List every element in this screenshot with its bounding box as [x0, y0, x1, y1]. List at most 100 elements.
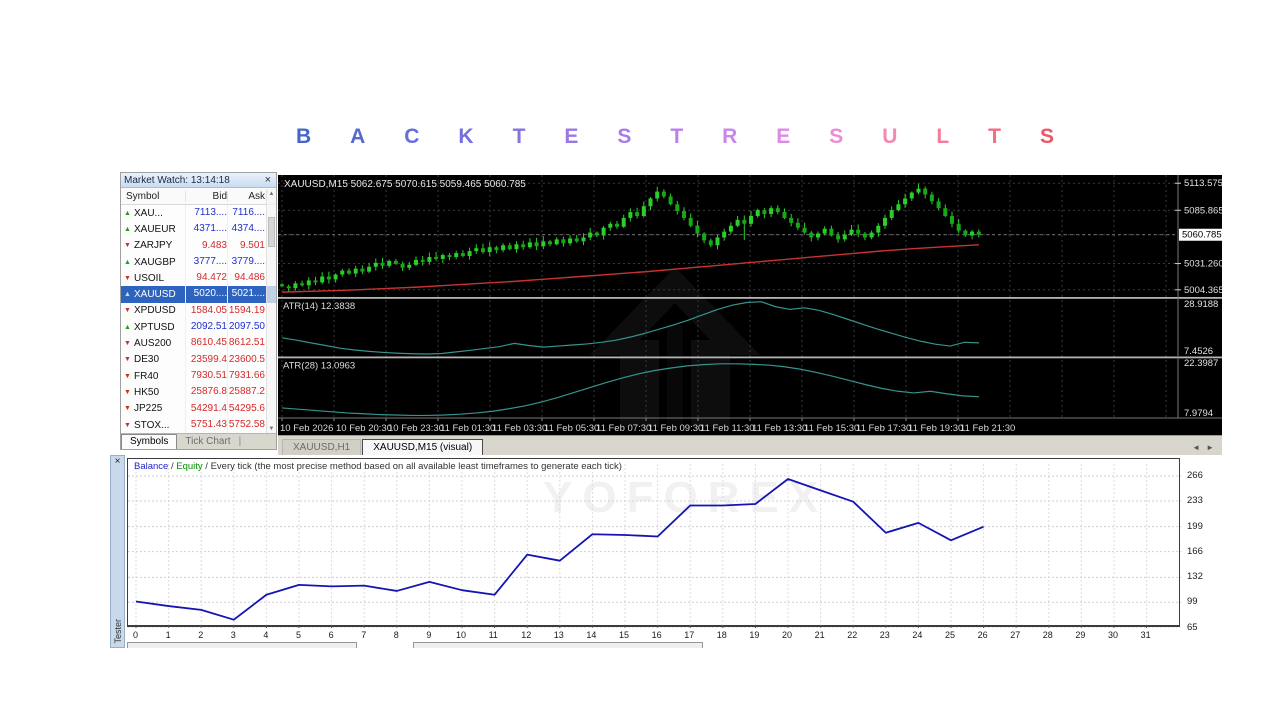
- x-tick-label: 11: [489, 630, 498, 640]
- market-watch-titlebar[interactable]: Market Watch: 13:14:18 ×: [121, 173, 276, 188]
- bid-value: 7930.51: [185, 368, 227, 384]
- tab-xauusd-m15-visual[interactable]: XAUUSD,M15 (visual): [362, 439, 483, 455]
- tab-nav-left-icon[interactable]: ◄: [1192, 443, 1200, 452]
- symbol-label: XAU...: [134, 208, 185, 219]
- y-tick-label: 233: [1187, 495, 1203, 506]
- tester-bottom-tab-partial[interactable]: [127, 642, 357, 648]
- x-tick-label: 4: [263, 630, 268, 640]
- svg-text:11 Feb 13:30: 11 Feb 13:30: [752, 423, 807, 434]
- title-letter: L: [936, 125, 949, 149]
- x-tick-label: 24: [912, 630, 922, 640]
- tab-symbols[interactable]: Symbols: [121, 434, 177, 449]
- x-tick-label: 15: [619, 630, 629, 640]
- symbol-label: XPTUSD: [134, 322, 185, 333]
- x-tick-label: 25: [945, 630, 955, 640]
- x-tick-label: 6: [329, 630, 334, 640]
- tab-separator: |: [239, 436, 242, 449]
- x-tick-label: 18: [717, 630, 727, 640]
- svg-text:11 Feb 19:30: 11 Feb 19:30: [908, 423, 963, 434]
- market-watch-row[interactable]: ▼STOX...5751.435752.58: [121, 417, 276, 433]
- down-arrow-icon: ▼: [121, 373, 134, 380]
- tab-nav-right-icon[interactable]: ►: [1206, 443, 1214, 452]
- market-watch-row[interactable]: ▲XAU...7113....7116....: [121, 205, 276, 221]
- title-letter: T: [513, 125, 526, 149]
- x-tick-label: 29: [1075, 630, 1085, 640]
- scrollbar-track[interactable]: [267, 199, 276, 424]
- down-arrow-icon: ▼: [121, 356, 134, 363]
- tab-xauusd-h1[interactable]: XAUUSD,H1: [282, 439, 361, 455]
- symbol-label: XAUGBP: [134, 257, 185, 268]
- y-tick-label: 132: [1187, 571, 1203, 582]
- symbol-label: ZARJPY: [134, 240, 185, 251]
- market-watch-row[interactable]: ▼JP22554291.454295.6: [121, 401, 276, 417]
- x-tick-label: 10: [456, 630, 466, 640]
- svg-text:5031.260: 5031.260: [1184, 259, 1222, 270]
- market-watch-row[interactable]: ▼XPDUSD1584.051594.19: [121, 303, 276, 319]
- x-tick-label: 1: [166, 630, 171, 640]
- page: BACKTESTRESULTS Market Watch: 13:14:18 ×…: [0, 0, 1280, 720]
- scroll-up-icon[interactable]: ▲: [269, 189, 275, 199]
- market-watch-row[interactable]: ▲XAUGBP3777....3779....: [121, 254, 276, 270]
- market-watch-scrollbar[interactable]: ▲ ▼: [266, 189, 276, 434]
- symbol-label: HK50: [134, 387, 185, 398]
- symbol-label: FR40: [134, 371, 185, 382]
- y-tick-label: 199: [1187, 521, 1203, 532]
- market-watch-row[interactable]: ▲XAUUSD5020....5021....: [121, 286, 276, 302]
- x-tick-label: 26: [978, 630, 988, 640]
- ask-value: 5752.58: [227, 417, 267, 433]
- scrollbar-thumb[interactable]: [268, 217, 275, 247]
- svg-text:ATR(14) 12.3838: ATR(14) 12.3838: [283, 301, 355, 312]
- market-watch-row[interactable]: ▼FR407930.517931.66: [121, 368, 276, 384]
- market-watch-row[interactable]: ▲XAUEUR4371....4374....: [121, 221, 276, 237]
- title-letter: B: [296, 125, 311, 149]
- down-arrow-icon: ▼: [121, 422, 134, 429]
- svg-text:11 Feb 15:30: 11 Feb 15:30: [804, 423, 859, 434]
- bid-value: 23599.4: [185, 352, 227, 368]
- tester-panel-label: Tester: [113, 619, 123, 644]
- title-letter: C: [404, 125, 419, 149]
- market-watch-row[interactable]: ▼ZARJPY9.4839.501: [121, 238, 276, 254]
- svg-text:28.9188: 28.9188: [1184, 299, 1218, 310]
- x-tick-label: 7: [361, 630, 366, 640]
- market-watch-row[interactable]: ▲XPTUSD2092.512097.50: [121, 319, 276, 335]
- market-watch-row[interactable]: ▼HK5025876.825887.2: [121, 384, 276, 400]
- tab-nav: ◄ ►: [1192, 443, 1222, 455]
- title-letter: E: [776, 125, 790, 149]
- ask-value: 9.501: [227, 238, 267, 254]
- market-watch-row[interactable]: ▼AUS2008610.458612.51: [121, 335, 276, 351]
- legend-method: / Every tick (the most precise method ba…: [203, 461, 622, 472]
- title-letter: S: [1040, 125, 1054, 149]
- legend-equity: Equity: [176, 461, 202, 472]
- x-tick-label: 17: [684, 630, 694, 640]
- title-letter: S: [617, 125, 631, 149]
- market-watch-row[interactable]: ▼DE3023599.423600.5: [121, 352, 276, 368]
- x-tick-label: 28: [1043, 630, 1053, 640]
- market-watch-tabs: Symbols Tick Chart |: [121, 433, 276, 449]
- x-tick-label: 5: [296, 630, 301, 640]
- x-tick-label: 23: [880, 630, 890, 640]
- close-icon[interactable]: ×: [111, 456, 124, 468]
- y-tick-label: 166: [1187, 546, 1203, 557]
- ask-value: 7931.66: [227, 368, 267, 384]
- x-tick-label: 3: [231, 630, 236, 640]
- bid-value: 9.483: [185, 238, 227, 254]
- tab-tick-chart[interactable]: Tick Chart: [177, 435, 238, 449]
- down-arrow-icon: ▼: [121, 307, 134, 314]
- main-chart-svg[interactable]: 5113.5755085.8655031.2605004.3655060.785…: [278, 175, 1222, 435]
- tester-plot[interactable]: Balance / Equity / Every tick (the most …: [127, 458, 1180, 627]
- y-tick-label: 99: [1187, 596, 1198, 607]
- ask-value: 7116....: [227, 205, 267, 221]
- ask-value: 25887.2: [227, 384, 267, 400]
- title-letter: K: [458, 125, 473, 149]
- svg-text:10 Feb 23:30: 10 Feb 23:30: [388, 423, 444, 434]
- bid-value: 1584.05: [185, 303, 227, 319]
- svg-text:11 Feb 21:30: 11 Feb 21:30: [960, 423, 1015, 434]
- title-letter: T: [670, 125, 683, 149]
- down-arrow-icon: ▼: [121, 405, 134, 412]
- balance-chart-svg[interactable]: [128, 459, 1181, 628]
- close-icon[interactable]: ×: [263, 175, 273, 185]
- svg-text:5060.785: 5060.785: [1182, 230, 1222, 241]
- tester-legend: Balance / Equity / Every tick (the most …: [134, 461, 622, 472]
- market-watch-row[interactable]: ▼USOIL94.47294.486: [121, 270, 276, 286]
- tester-bottom-tab-partial[interactable]: [413, 642, 703, 648]
